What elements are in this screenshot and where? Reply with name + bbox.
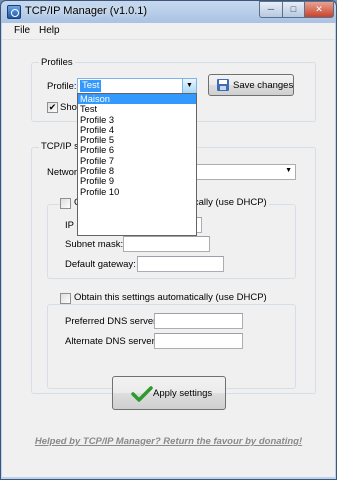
title-bar[interactable]: TCP/IP Manager (v1.0.1) ─ □ ✕: [1, 1, 336, 23]
profile-option[interactable]: Test: [78, 104, 196, 114]
profile-select[interactable]: Test ▼: [77, 78, 197, 94]
show-checkbox[interactable]: ✔: [47, 102, 58, 113]
apply-settings-label: Apply settings: [153, 388, 213, 399]
profile-option[interactable]: Profile 6: [78, 145, 196, 155]
profile-option[interactable]: Profile 8: [78, 166, 196, 176]
main-window: TCP/IP Manager (v1.0.1) ─ □ ✕ File Help …: [0, 0, 337, 480]
alternate-dns-input[interactable]: [154, 333, 243, 349]
profile-dropdown-list: Maison Test Profile 3 Profile 4 Profile …: [77, 93, 197, 236]
ip-dhcp-checkbox[interactable]: [60, 198, 71, 209]
apply-settings-button[interactable]: Apply settings: [112, 376, 226, 410]
menu-bar: File Help: [2, 23, 335, 40]
preferred-dns-input[interactable]: [154, 313, 243, 329]
profile-option[interactable]: Profile 9: [78, 176, 196, 186]
save-changes-button[interactable]: Save changes: [208, 74, 294, 96]
profile-option[interactable]: Maison: [78, 94, 196, 105]
subnet-mask-input[interactable]: [123, 236, 210, 252]
minimize-button[interactable]: ─: [259, 1, 282, 18]
preferred-dns-label: Preferred DNS server:: [65, 316, 159, 327]
profile-option[interactable]: Profile 7: [78, 156, 196, 166]
floppy-disk-icon: [217, 79, 229, 91]
profile-selected-value: Test: [80, 80, 102, 92]
profile-option[interactable]: Profile 3: [78, 115, 196, 125]
menu-help[interactable]: Help: [39, 25, 60, 36]
window-title: TCP/IP Manager (v1.0.1): [25, 5, 148, 17]
default-gateway-input[interactable]: [137, 256, 224, 272]
network-adapter-select[interactable]: ▼: [197, 164, 296, 180]
profile-option[interactable]: Profile 10: [78, 187, 196, 197]
client-area: Profiles Profile: Test ▼ Save changes ✔ …: [2, 40, 335, 477]
dns-dhcp-checkbox[interactable]: [60, 293, 71, 304]
maximize-button[interactable]: □: [282, 1, 304, 18]
profile-label: Profile:: [47, 81, 77, 92]
donate-link[interactable]: Helped by TCP/IP Manager? Return the fav…: [2, 436, 335, 447]
network-chevron-down-icon[interactable]: ▼: [285, 167, 292, 174]
save-changes-label: Save changes: [233, 80, 294, 91]
profile-option[interactable]: Profile 5: [78, 135, 196, 145]
default-gateway-label: Default gateway:: [65, 259, 136, 270]
dns-dhcp-label: Obtain this settings automatically (use …: [72, 292, 269, 303]
menu-file[interactable]: File: [14, 25, 30, 36]
profiles-legend: Profiles: [39, 57, 75, 68]
network-app-icon: [7, 5, 21, 19]
green-checkmark-icon: [131, 386, 153, 402]
profile-option[interactable]: Profile 4: [78, 125, 196, 135]
close-button[interactable]: ✕: [304, 1, 334, 18]
subnet-mask-label: Subnet mask:: [65, 239, 124, 250]
chevron-down-icon[interactable]: ▼: [182, 79, 196, 93]
alternate-dns-label: Alternate DNS server:: [65, 336, 158, 347]
